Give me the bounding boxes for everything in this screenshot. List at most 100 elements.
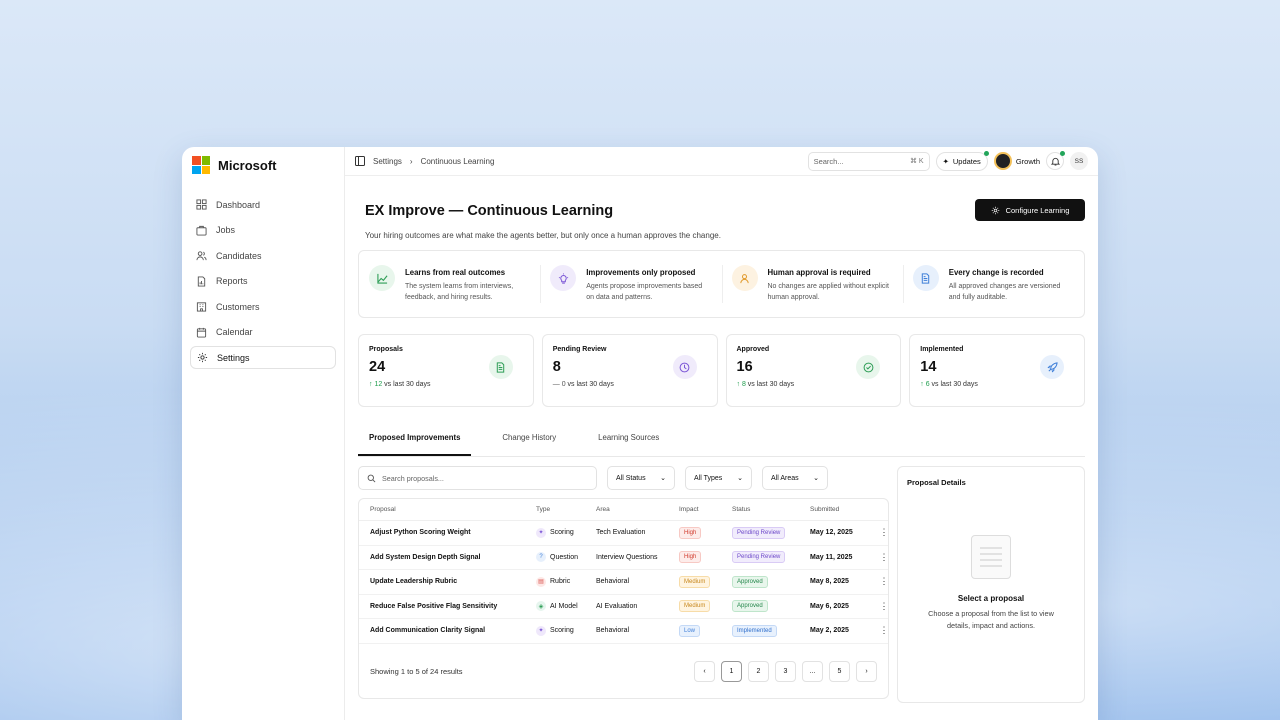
column-header[interactable]: Status	[732, 506, 810, 513]
configure-learning-button[interactable]: Configure Learning	[975, 199, 1085, 221]
sidebar-item-label: Jobs	[216, 225, 236, 235]
tab-proposed-improvements[interactable]: Proposed Improvements	[358, 427, 472, 456]
sidebar-item-reports[interactable]: Reports	[190, 270, 336, 293]
type-label: Rubric	[550, 578, 571, 586]
workspace-switcher[interactable]: Growth	[993, 152, 1040, 170]
global-search-input[interactable]: Search... ⌘ K	[807, 151, 930, 171]
principle-title: Improvements only proposed	[586, 268, 696, 277]
proposal-name: Adjust Python Scoring Weight	[370, 529, 471, 537]
proposal-details-panel: Proposal Details Select a proposal Choos…	[897, 466, 1085, 703]
stat-delta: ↑ 8 vs last 30 days	[737, 381, 891, 388]
area-cell: Behavioral	[596, 627, 630, 635]
impact-badge: High	[679, 551, 702, 564]
clock-icon	[672, 355, 697, 379]
sidebar-item-calendar[interactable]: Calendar	[190, 321, 336, 344]
proposal-name: Add System Design Depth Signal	[370, 553, 481, 561]
table-row[interactable]: Update Leadership Rubric ▤ Rubric Behaviora…	[359, 570, 889, 595]
type-filter-select[interactable]: All Types ⌄	[685, 466, 752, 490]
chevron-right-icon: ›	[865, 668, 868, 675]
column-header[interactable]: Impact	[679, 506, 732, 513]
principle-description: All approved changes are versioned and f…	[948, 283, 1061, 302]
breadcrumb-settings[interactable]: Settings	[373, 157, 402, 166]
table-row[interactable]: Adjust Python Scoring Weight ✦ Scoring Tech…	[359, 521, 889, 546]
more-options-icon[interactable]: ⋮	[874, 552, 894, 563]
sidebar-item-customers[interactable]: Customers	[190, 295, 336, 318]
user-avatar[interactable]: SS	[1070, 152, 1088, 170]
sidebar-item-settings[interactable]: Settings	[190, 346, 336, 369]
type-cell: ◈ AI Model	[536, 601, 596, 612]
more-options-icon[interactable]: ⋮	[874, 527, 894, 538]
area-filter-select[interactable]: All Areas ⌄	[762, 466, 828, 490]
sparkle-icon: ✦	[536, 527, 546, 538]
updates-button[interactable]: ✦ Updates	[935, 150, 989, 171]
notifications-button[interactable]	[1046, 151, 1065, 170]
sidebar-toggle-icon[interactable]	[355, 156, 365, 166]
proposal-search-input[interactable]: Search proposals...	[358, 466, 597, 490]
tab-learning-sources[interactable]: Learning Sources	[587, 427, 670, 456]
page-button-3[interactable]: 3	[775, 661, 796, 682]
column-header[interactable]: Proposal	[370, 506, 536, 513]
prev-page-button[interactable]: ‹	[694, 661, 715, 682]
more-options-icon[interactable]: ⋮	[874, 601, 894, 612]
principle-card: Every change is recorded All approved cha…	[902, 251, 1084, 317]
area-cell: Interview Questions	[596, 553, 658, 561]
stat-delta: — 0 vs last 30 days	[553, 381, 707, 388]
column-header[interactable]: Type	[536, 506, 596, 513]
avatar	[993, 152, 1012, 170]
building-icon	[196, 302, 207, 312]
empty-state: Select a proposal Choose a proposal from…	[898, 535, 1084, 633]
status-badge: Pending Review	[732, 526, 786, 539]
more-options-icon[interactable]: ⋮	[874, 625, 894, 636]
status-filter-select[interactable]: All Status ⌄	[607, 466, 675, 490]
main-panel: Settings › Continuous Learning Search...…	[345, 147, 1098, 720]
status-badge: Approved	[732, 600, 768, 613]
principle-title: Human approval is required	[767, 268, 871, 277]
sidebar-item-jobs[interactable]: Jobs	[190, 219, 336, 242]
principle-text: Learns from real outcomes The system lear…	[405, 265, 530, 303]
trend-icon	[369, 265, 395, 291]
more-options-icon[interactable]: ⋮	[874, 576, 894, 587]
delta-suffix: vs last 30 days	[382, 381, 431, 388]
submitted-date: May 8, 2025	[810, 578, 849, 586]
column-header[interactable]: Area	[596, 506, 679, 513]
submitted-date: May 6, 2025	[810, 602, 849, 610]
table-row[interactable]: Add System Design Depth Signal? Question I…	[359, 546, 889, 570]
file-chart-icon	[197, 275, 206, 287]
status-badge: Implemented	[732, 624, 777, 637]
principle-title: Learns from real outcomes	[405, 268, 506, 277]
configure-label: Configure Learning	[1005, 205, 1070, 215]
delta-suffix: vs last 30 days	[929, 381, 978, 388]
notification-dot	[983, 150, 989, 156]
search-placeholder: Search...	[813, 156, 844, 166]
stat-label: Implemented	[920, 346, 964, 353]
principle-title: Every change is recorded	[948, 268, 1044, 277]
status-cell: Approved	[732, 575, 810, 588]
topbar: Settings › Continuous Learning Search...…	[345, 147, 1098, 176]
page-header: EX Improve — Continuous Learning Your hi…	[358, 199, 1085, 258]
sidebar-item-candidates[interactable]: Candidates	[190, 244, 336, 267]
page-button-1[interactable]: 1	[721, 661, 742, 682]
area-filter-value: All Areas	[771, 474, 799, 482]
sparkle-icon: ✦	[536, 625, 546, 636]
table-row[interactable]: Reduce False Positive Flag Sensitivity ◈ A…	[359, 595, 889, 619]
stat-delta: ↑ 6 vs last 30 days	[920, 381, 1074, 388]
tab-change-history[interactable]: Change History	[491, 427, 567, 456]
impact-badge: Low	[679, 624, 701, 637]
sidebar-item-label: Calendar	[216, 327, 253, 337]
gear-icon	[197, 352, 208, 363]
chevron-left-icon: ‹	[703, 668, 706, 675]
proposal-name: Reduce False Positive Flag Sensitivity	[370, 602, 498, 610]
sidebar: Microsoft Dashboard Jobs Candidates Repo…	[182, 147, 345, 720]
next-page-button[interactable]: ›	[856, 661, 877, 682]
page-button-5[interactable]: 5	[829, 661, 850, 682]
sidebar-item-dashboard[interactable]: Dashboard	[190, 193, 336, 216]
impact-badge: Medium	[679, 600, 711, 613]
table-row[interactable]: Add Communication Clarity Signal ✦ Scoring…	[359, 619, 889, 644]
stat-card: Pending Review 8— 0 vs last 30 days	[541, 334, 718, 407]
page-button-2[interactable]: 2	[748, 661, 769, 682]
status-cell: Implemented	[732, 624, 810, 637]
delta-arrow: ↑ 8	[736, 381, 746, 388]
column-header[interactable]: Submitted	[810, 506, 874, 513]
sparkle-icon: ✦	[942, 156, 949, 166]
content: EX Improve — Continuous Learning Your hi…	[345, 199, 1098, 703]
